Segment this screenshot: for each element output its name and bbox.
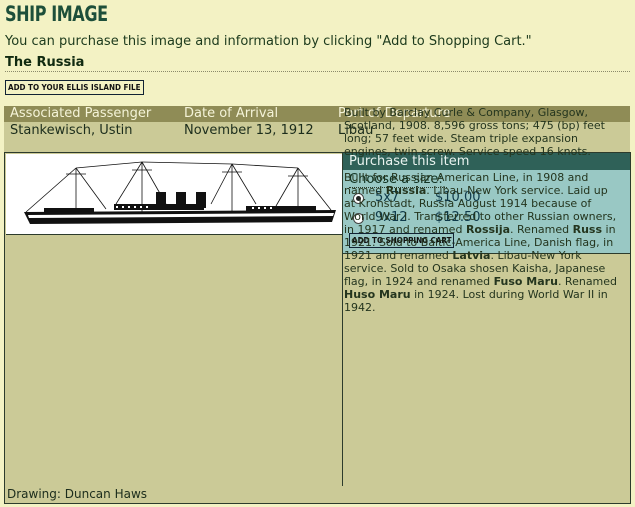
- history-name: Russia: [385, 184, 427, 197]
- description-history: Built for Russian American Line, in 1908…: [344, 171, 622, 314]
- divider: [5, 71, 630, 72]
- header-date-of-arrival: Date of Arrival: [184, 106, 279, 121]
- history-name: Rossija: [465, 223, 511, 236]
- drawing-credit: Drawing: Duncan Haws: [4, 486, 631, 504]
- history-name: Fuso Maru: [493, 275, 558, 288]
- ship-name: The Russia: [5, 55, 85, 70]
- intro-text: You can purchase this image and informat…: [5, 34, 532, 49]
- add-to-ellis-file-button[interactable]: ADD TO YOUR ELLIS ISLAND FILE: [5, 80, 144, 95]
- ship-description: Built by Barclay Curle & Company, Glasgo…: [344, 106, 622, 327]
- history-name: Russ: [572, 223, 603, 236]
- passenger-name[interactable]: Stankewisch, Ustin: [10, 122, 133, 140]
- page-title: SHIP IMAGE: [5, 2, 108, 26]
- history-text: . Renamed: [557, 275, 618, 288]
- history-name: Latvia: [452, 249, 491, 262]
- arrival-date: November 13, 1912: [184, 123, 314, 138]
- header-associated-passenger: Associated Passenger: [10, 106, 152, 121]
- credit-text: Drawing: Duncan Haws: [7, 487, 148, 501]
- history-text: . Renamed: [510, 223, 573, 236]
- ship-image: [6, 154, 343, 235]
- history-name: Huso Maru: [344, 288, 411, 301]
- ship-drawing-icon: [24, 161, 336, 224]
- description-paragraph: Built by Barclay Curle & Company, Glasgo…: [344, 106, 605, 158]
